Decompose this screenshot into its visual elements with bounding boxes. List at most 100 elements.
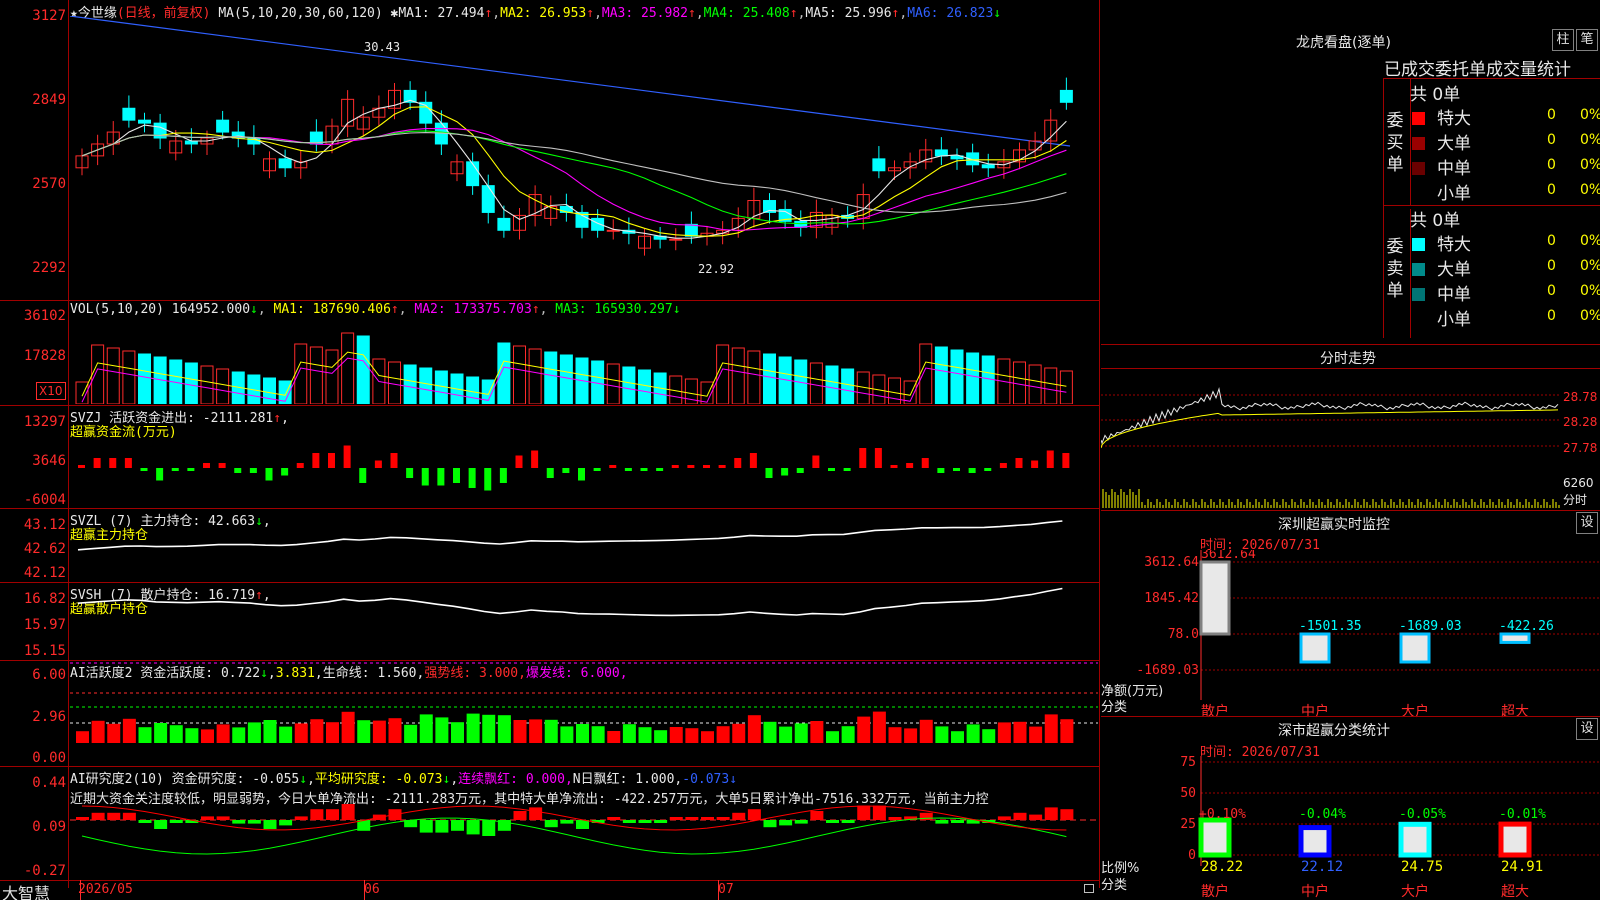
order-row: 特大 0 0% — [1412, 230, 1600, 255]
fenshi-vol: 6260 — [1563, 476, 1594, 490]
main-holding-line — [77, 520, 1063, 551]
volume-bar — [934, 346, 948, 404]
activity-bar — [310, 719, 324, 743]
volume-bar — [91, 344, 105, 404]
research-bar — [576, 820, 589, 829]
monitor-tick: 3612.64 — [1144, 555, 1199, 570]
vol-ma2: MA2: 173375.703 — [414, 302, 532, 317]
flow-bar — [1015, 458, 1023, 468]
volume-bar — [341, 332, 355, 404]
flow-bar — [671, 465, 679, 468]
volume-bar — [1059, 370, 1073, 404]
volume-bar — [1028, 364, 1042, 404]
row-count: 0 — [1547, 157, 1556, 173]
order-row: 大单 0 0% — [1412, 129, 1600, 154]
flow-bar — [546, 468, 554, 478]
activity-bar — [232, 727, 246, 743]
research-bar — [341, 804, 355, 820]
research-bar — [841, 820, 855, 823]
svsh-tick: 15.97 — [23, 617, 66, 633]
volume-bar — [888, 377, 901, 404]
activity-bar — [763, 721, 777, 743]
activity-bar — [154, 723, 168, 743]
volume-bar — [809, 362, 823, 404]
activity-bar — [1013, 721, 1027, 743]
tick-mode-button[interactable]: 笔 — [1576, 29, 1598, 51]
volume-bar — [184, 362, 198, 404]
bar-top-label: -0.04% — [1299, 807, 1346, 822]
flow-bar — [328, 453, 335, 468]
flow-bar — [890, 465, 898, 468]
row-count: 0 — [1547, 233, 1556, 249]
flow-bar — [1031, 460, 1039, 468]
classify-settings-button[interactable]: 设 — [1576, 718, 1598, 740]
activity-bar — [872, 711, 886, 743]
research-bar — [701, 817, 714, 820]
flow-bar — [156, 468, 164, 481]
vol-unit-badge[interactable]: X10 — [36, 382, 66, 400]
order-row: 小单 0 0% — [1412, 179, 1600, 204]
activity-bar — [935, 726, 949, 743]
ratio-bar — [1298, 825, 1332, 858]
svzl-tick: 42.12 — [23, 565, 66, 581]
flow-bar — [859, 448, 867, 468]
ai1-tick: 0.00 — [32, 750, 66, 766]
candle-body — [606, 229, 620, 232]
research-bar — [169, 820, 183, 823]
intraday-chart[interactable] — [1101, 370, 1561, 510]
flow-bar — [374, 460, 382, 468]
flow-bar — [718, 465, 726, 468]
flow-bar — [609, 465, 617, 468]
volume-bar — [216, 368, 230, 404]
activity-bar — [732, 723, 746, 743]
net-bar — [1299, 632, 1331, 664]
candlestick-chart[interactable] — [70, 16, 1098, 298]
activity-bar — [326, 722, 339, 743]
activity-bar — [904, 728, 918, 743]
flow-bar — [953, 468, 960, 471]
classify-tick: 0 — [1188, 848, 1196, 863]
bar-category: 中户 — [1301, 883, 1329, 900]
activity-bar — [341, 711, 355, 743]
volume-chart — [75, 332, 1073, 404]
monitor-xlabel: 分类 — [1101, 700, 1128, 715]
volume-bar — [622, 366, 636, 404]
monitor-tick: 78.0 — [1168, 627, 1199, 642]
flow-bar — [343, 445, 351, 468]
research-bar — [294, 816, 308, 820]
flow-bar — [906, 463, 914, 468]
order-row: 大单 0 0% — [1412, 255, 1600, 280]
bar-category: 超大 — [1501, 884, 1529, 900]
activity-bar — [1029, 726, 1043, 743]
activity-bar — [841, 726, 855, 743]
activity-bar — [497, 715, 511, 743]
flow-bar — [531, 450, 539, 468]
candle-body — [872, 158, 886, 172]
activity-bar — [779, 726, 793, 743]
research-bar — [122, 812, 136, 820]
volume-bar — [106, 347, 120, 404]
research-bar — [1013, 812, 1027, 820]
monitor-settings-button[interactable]: 设 — [1576, 512, 1598, 534]
research-chart — [70, 804, 1098, 855]
research-bar — [638, 820, 652, 823]
flow-bar — [1062, 453, 1070, 468]
activity-bar — [216, 724, 230, 743]
research-bar — [529, 807, 543, 820]
activity-bar — [997, 722, 1011, 743]
sep: , — [450, 772, 459, 787]
bar-mode-button[interactable]: 柱 — [1552, 29, 1574, 51]
research-bar — [513, 811, 527, 820]
main-holding-chart — [77, 520, 1063, 551]
lock-icon[interactable] — [1084, 884, 1094, 893]
flow-bar — [703, 465, 710, 468]
flow-bar — [296, 463, 304, 468]
activity-bar — [794, 723, 808, 743]
volume-bar — [325, 349, 339, 404]
flow-bar — [937, 468, 945, 473]
row-count: 0 — [1547, 258, 1556, 274]
volume-bar — [919, 343, 933, 404]
research-bar — [310, 809, 324, 820]
activity-bar — [107, 723, 121, 743]
panel-divider — [1099, 0, 1100, 888]
